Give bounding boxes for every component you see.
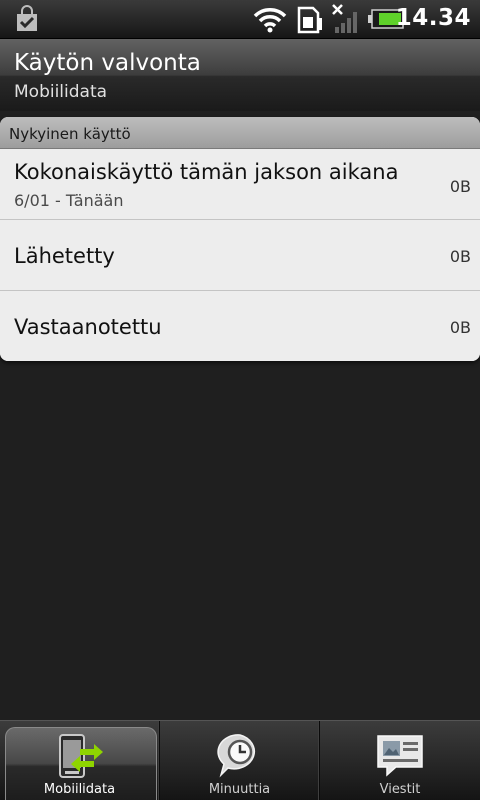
list-item-total-usage[interactable]: Kokonaiskäyttö tämän jakson aikana 6/01 … — [0, 149, 480, 220]
message-icon — [377, 735, 423, 777]
list-item-value: 0B — [449, 247, 471, 266]
list-item-title: Kokonaiskäyttö tämän jakson aikana — [14, 160, 399, 184]
tab-label: Viestit — [379, 782, 421, 797]
list-item-title: Lähetetty — [14, 244, 115, 268]
no-signal-icon — [332, 4, 357, 33]
clock-bubble-icon — [216, 734, 255, 778]
list-item-title: Vastaanotettu — [14, 315, 162, 339]
tab-label: Mobiilidata — [43, 782, 116, 797]
tab-label: Minuuttia — [208, 782, 271, 797]
list-item-value: 0B — [449, 177, 471, 196]
title-header: Käytön valvonta Mobiilidata — [0, 39, 480, 111]
screen: 14.34 Käytön valvonta Mobiilidata Nykyin… — [0, 0, 480, 800]
mobile-data-icon — [58, 734, 103, 778]
list-item-received[interactable]: Vastaanotettu 0B — [0, 291, 480, 361]
tab-messages[interactable]: Viestit — [320, 721, 480, 800]
bottom-tab-bar: Mobiilidata Minuuttia Viestit — [0, 720, 480, 800]
status-bar: 14.34 — [0, 0, 480, 39]
tab-minutes[interactable]: Minuuttia — [160, 721, 320, 800]
usage-list: Nykyinen käyttö Kokonaiskäyttö tämän jak… — [0, 117, 480, 361]
list-item-subtitle: 6/01 - Tänään — [14, 191, 124, 210]
wifi-icon — [253, 8, 287, 33]
status-bar-clock: 14.34 — [395, 5, 471, 31]
market-notification-icon — [17, 5, 37, 31]
page-subtitle: Mobiilidata — [14, 82, 108, 102]
section-header: Nykyinen käyttö — [0, 117, 480, 149]
tab-mobile-data[interactable]: Mobiilidata — [0, 721, 160, 800]
list-item-value: 0B — [449, 318, 471, 337]
sim-card-icon — [297, 6, 322, 34]
section-header-label: Nykyinen käyttö — [9, 125, 131, 143]
list-item-sent[interactable]: Lähetetty 0B — [0, 220, 480, 291]
page-title: Käytön valvonta — [14, 50, 201, 76]
